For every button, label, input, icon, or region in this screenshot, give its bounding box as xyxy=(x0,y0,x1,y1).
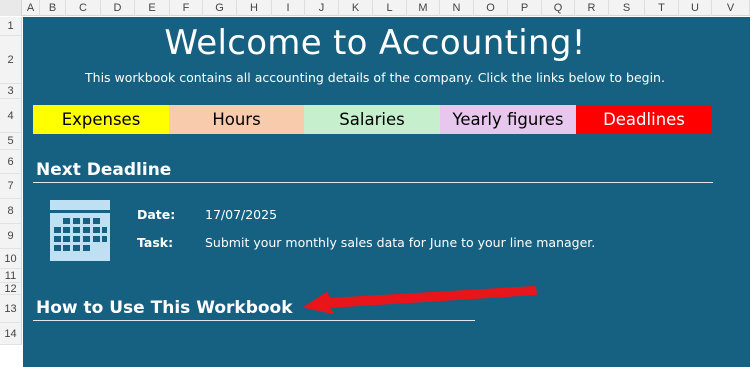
column-header-s[interactable]: S xyxy=(609,0,645,16)
row-header-10[interactable]: 10 xyxy=(0,249,22,269)
row-header-1[interactable]: 1 xyxy=(0,17,22,36)
column-header-h[interactable]: H xyxy=(237,0,272,16)
column-header-c[interactable]: C xyxy=(66,0,101,16)
row-header-4[interactable]: 4 xyxy=(0,99,22,133)
column-header-b[interactable]: B xyxy=(40,0,66,16)
column-header-j[interactable]: J xyxy=(305,0,339,16)
column-header-f[interactable]: F xyxy=(170,0,203,16)
row-header-6[interactable]: 6 xyxy=(0,150,22,174)
row-header-5[interactable]: 5 xyxy=(0,133,22,150)
row-header-7[interactable]: 7 xyxy=(0,174,22,199)
select-all-corner[interactable] xyxy=(0,0,22,16)
row-header-2[interactable]: 2 xyxy=(0,36,22,84)
column-header-n[interactable]: N xyxy=(440,0,474,16)
row-header-8[interactable]: 8 xyxy=(0,199,22,224)
row-header-12[interactable]: 12 xyxy=(0,283,22,295)
row-header-3[interactable]: 3 xyxy=(0,84,22,99)
column-header-g[interactable]: G xyxy=(203,0,237,16)
column-header-k[interactable]: K xyxy=(339,0,373,16)
column-header-l[interactable]: L xyxy=(373,0,407,16)
worksheet-area[interactable]: Welcome to Accounting! This workbook con… xyxy=(23,17,750,367)
column-header-p[interactable]: P xyxy=(508,0,542,16)
row-header-14[interactable]: 14 xyxy=(0,323,22,345)
row-header-9[interactable]: 9 xyxy=(0,224,22,249)
column-header-e[interactable]: E xyxy=(135,0,170,16)
column-header-m[interactable]: M xyxy=(407,0,440,16)
row-header-13[interactable]: 13 xyxy=(0,295,22,323)
red-arrow-icon xyxy=(304,286,537,314)
column-header-v[interactable]: V xyxy=(712,0,750,16)
column-header-i[interactable]: I xyxy=(272,0,305,16)
row-header-11[interactable]: 11 xyxy=(0,269,22,283)
column-header-bar: ABCDEFGHIJKLMNOPQRSTUV xyxy=(0,0,750,16)
column-header-r[interactable]: R xyxy=(575,0,609,16)
column-header-q[interactable]: Q xyxy=(542,0,575,16)
column-header-d[interactable]: D xyxy=(101,0,135,16)
column-header-a[interactable]: A xyxy=(22,0,40,16)
column-header-o[interactable]: O xyxy=(474,0,508,16)
column-header-u[interactable]: U xyxy=(679,0,712,16)
column-header-t[interactable]: T xyxy=(645,0,679,16)
